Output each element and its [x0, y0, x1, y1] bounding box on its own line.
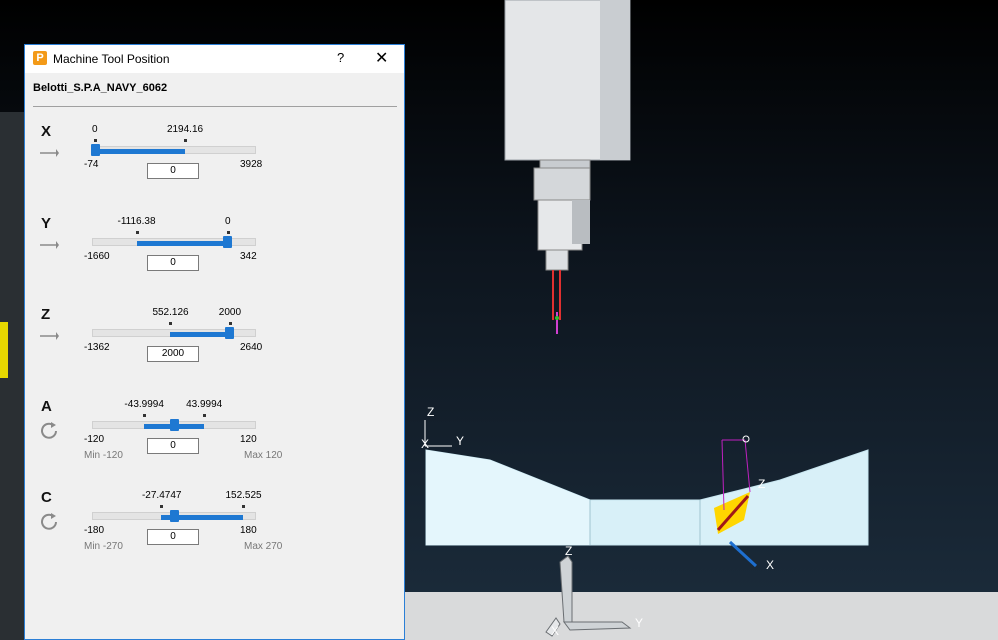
axis-a-low-limit: -43.9994: [124, 399, 164, 410]
dialog-titlebar[interactable]: P Machine Tool Position ? ✕: [25, 45, 404, 73]
axis-x-low-marker: [94, 139, 98, 142]
axis-a-max: 120: [240, 434, 257, 445]
app-icon: P: [33, 51, 47, 65]
axis-x-slider-thumb[interactable]: [90, 144, 100, 156]
axis-y-value-input[interactable]: [147, 255, 199, 271]
spindle-head: [504, 0, 631, 334]
axis-z-high-limit: 2000: [218, 307, 242, 318]
axis-x-high-marker: [183, 139, 187, 142]
axis-x-control: X 0 2194.16 -74 3928: [25, 119, 406, 207]
axis-y-slider-thumb[interactable]: [223, 236, 233, 248]
axis-c-high-limit: 152.525: [225, 490, 262, 501]
axis-a-letter: A: [41, 398, 52, 415]
axis-y-high-limit: 0: [224, 216, 231, 227]
axis-a-high-marker: [203, 414, 207, 417]
axis-y-range-bar: [136, 241, 228, 246]
axis-y-min: -1660: [84, 251, 110, 262]
axis-c-max: 180: [240, 525, 257, 536]
machine-tool-position-dialog: P Machine Tool Position ? ✕ Belotti_S.P.…: [24, 44, 405, 640]
axis-y-low-limit: -1116.38: [117, 216, 156, 227]
tool-x-label: X: [766, 558, 775, 572]
axis-a-low-marker: [142, 414, 146, 417]
axis-c-low-marker: [160, 505, 164, 508]
axis-y-control: Y -1116.38 0 -1660 342: [25, 211, 406, 299]
world-y-label: Y: [635, 616, 644, 630]
workpiece: [425, 435, 869, 568]
workpiece-axis-triad: [424, 420, 452, 447]
tool-z-label: Z: [758, 477, 766, 491]
axis-z-range-bar: [170, 332, 230, 337]
axis-a-control: A -43.9994 43.9994 -120 120 Min -120 Max 120: [25, 394, 406, 482]
axis-c-high-marker: [242, 505, 246, 508]
axis-c-low-limit: -27.4747: [141, 490, 182, 501]
world-x-label: X: [551, 624, 560, 638]
axis-y-high-marker: [226, 231, 230, 234]
axis-c-hard-min: Min -270: [84, 541, 123, 552]
axis-z-letter: Z: [41, 306, 51, 323]
axis-z-slider-thumb[interactable]: [225, 327, 235, 339]
axis-a-min: -120: [84, 434, 105, 445]
axis-c-letter: C: [41, 489, 52, 506]
machine-name: Belotti_S.P.A_NAVY_6062: [33, 82, 168, 94]
rotary-axis-icon: [39, 511, 59, 530]
dialog-title: Machine Tool Position: [53, 52, 170, 66]
close-button[interactable]: ✕: [375, 48, 388, 68]
axis-y-max: 342: [240, 251, 257, 262]
axis-a-hard-max: Max 120: [244, 450, 283, 461]
axis-x-value-input[interactable]: [147, 163, 199, 179]
separator: [33, 106, 397, 107]
rotary-axis-icon: [39, 420, 59, 439]
world-z-label: Z: [565, 544, 573, 558]
axis-a-slider-thumb[interactable]: [169, 419, 179, 431]
axis-x-low-limit: 0: [92, 124, 98, 135]
workpiece-x-label: X: [421, 437, 430, 451]
axis-x-range-bar: [95, 149, 185, 154]
axis-z-min: -1362: [84, 342, 110, 353]
axis-x-max: 3928: [240, 159, 263, 170]
axis-c-control: C -27.4747 152.525 -180 180 Min -270 Max 270: [25, 485, 406, 573]
linear-axis-arrow-icon: [39, 145, 59, 161]
axis-c-min: -180: [84, 525, 105, 536]
axis-a-value-input[interactable]: [147, 438, 199, 454]
workpiece-z-label: Z: [427, 405, 435, 419]
linear-axis-arrow-icon: [39, 237, 59, 253]
axis-x-min: -74: [84, 159, 99, 170]
linear-axis-arrow-icon: [39, 328, 59, 344]
axis-x-high-limit: 2194.16: [166, 124, 204, 135]
axis-x-letter: X: [41, 123, 52, 140]
axis-z-max: 2640: [240, 342, 263, 353]
axis-y-low-marker: [135, 231, 139, 234]
axis-c-value-input[interactable]: [147, 529, 199, 545]
axis-y-letter: Y: [41, 215, 52, 232]
axis-c-hard-max: Max 270: [244, 541, 283, 552]
axis-z-low-marker: [169, 322, 173, 325]
axis-a-hard-min: Min -120: [84, 450, 123, 461]
axis-z-value-input[interactable]: [147, 346, 199, 362]
axis-z-high-marker: [228, 322, 232, 325]
axis-c-slider-thumb[interactable]: [169, 510, 179, 522]
axis-a-high-limit: 43.9994: [186, 399, 223, 410]
axis-z-low-limit: 552.126: [152, 307, 189, 318]
axis-z-control: Z 552.126 2000 -1362 2640: [25, 302, 406, 390]
help-button[interactable]: ?: [337, 50, 344, 65]
workpiece-y-label: Y: [456, 434, 465, 448]
